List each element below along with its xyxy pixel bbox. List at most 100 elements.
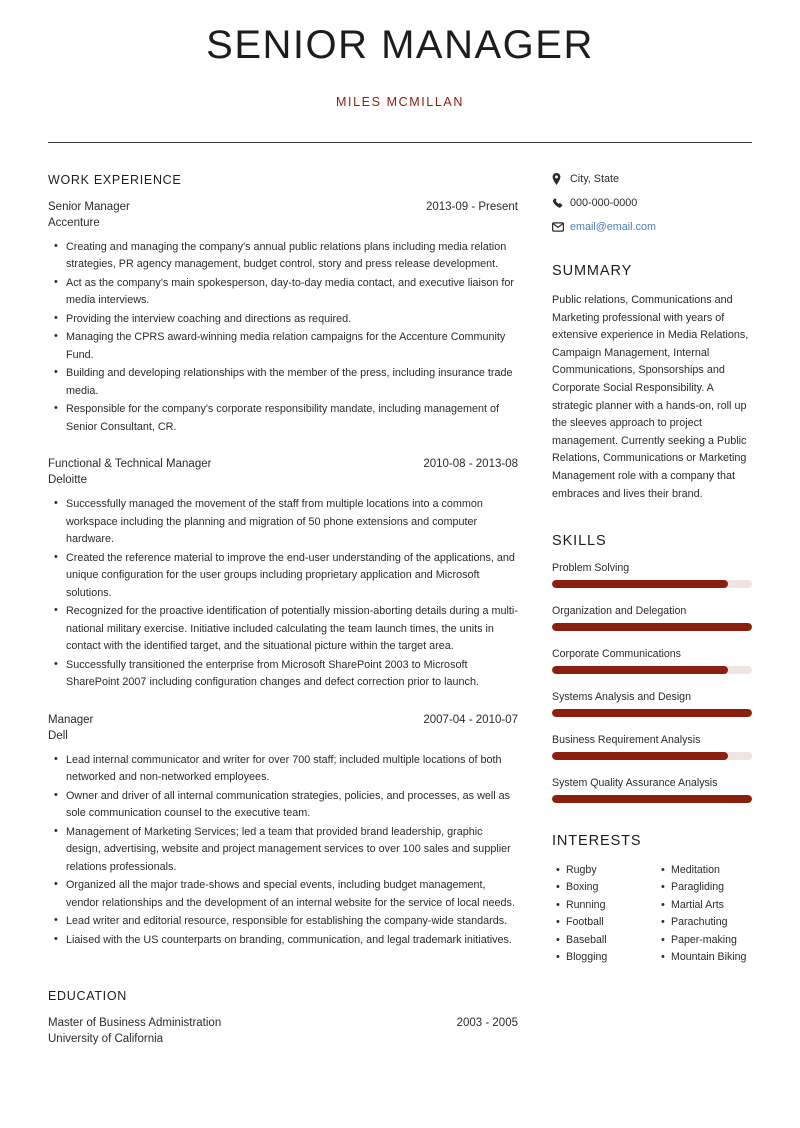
skill-level-track: [552, 795, 752, 804]
entry-bullet: Managing the CPRS award-winning media re…: [54, 328, 518, 364]
main-column: WORK EXPERIENCE Senior Manager 2013-09 - …: [48, 173, 518, 1049]
skill-name: Organization and Delegation: [552, 605, 687, 618]
interests-columns: RugbyBoxingRunningFootballBaseballBloggi…: [552, 861, 752, 966]
entry-bullet-list: Creating and managing the company's annu…: [48, 238, 518, 436]
entry-date: 2010-08 - 2013-08: [423, 458, 518, 471]
interest-item: Martial Arts: [661, 896, 752, 914]
interests-heading: INTERESTS: [552, 833, 642, 850]
entry-bullet: Lead internal communicator and writer fo…: [54, 751, 518, 787]
entry-title-row: Functional & Technical Manager 2010-08 - …: [48, 458, 518, 470]
interests-column-right: MeditationParaglidingMartial ArtsParachu…: [657, 861, 752, 966]
skill-item: Corporate Communications: [552, 648, 752, 675]
entry-organization: Accenture: [48, 217, 100, 229]
phone-icon: [552, 197, 567, 209]
contact-text: City, State: [570, 173, 620, 185]
skill-level-fill: [552, 666, 728, 675]
skill-name: System Quality Assurance Analysis: [552, 777, 718, 790]
interest-item: Baseball: [556, 931, 647, 949]
interest-item: Parachuting: [661, 913, 752, 931]
entry-bullet-list: Successfully managed the movement of the…: [48, 495, 518, 692]
skill-level-track: [552, 709, 752, 718]
summary-heading: SUMMARY: [552, 263, 633, 279]
contact-email-link[interactable]: email@email.com: [567, 221, 656, 233]
summary-text: Public relations, Communications and Mar…: [552, 294, 749, 500]
skill-level-fill: [552, 752, 728, 761]
skill-level-fill: [552, 580, 728, 589]
entry-bullet: Act as the company's main spokesperson, …: [54, 274, 518, 310]
interest-item: Boxing: [556, 878, 647, 896]
entry-title-row: Master of Business Administration 2003 - …: [48, 1017, 518, 1029]
interest-item: Paragliding: [661, 878, 752, 896]
skill-level-fill: [552, 623, 752, 632]
location-pin-icon: [552, 173, 567, 185]
entry-title: Functional & Technical Manager: [48, 458, 212, 471]
contact-item: City, State: [552, 173, 752, 185]
interest-item: Rugby: [556, 861, 647, 879]
skill-item: Systems Analysis and Design: [552, 691, 752, 718]
content-columns: WORK EXPERIENCE Senior Manager 2013-09 - …: [48, 173, 752, 1049]
skill-level-track: [552, 666, 752, 675]
entry-bullet: Responsible for the company's corporate …: [54, 400, 518, 436]
entry-bullet: Lead writer and editorial resource, resp…: [54, 912, 518, 930]
entry-organization: Dell: [48, 729, 68, 742]
entry-bullet: Building and developing relationships wi…: [54, 364, 518, 400]
resume-entry: Manager 2007-04 - 2010-07 Dell Lead interna…: [48, 714, 518, 949]
skill-name: Business Requirement Analysis: [552, 734, 701, 747]
interest-item: Paper-making: [661, 931, 752, 949]
skill-item: Organization and Delegation: [552, 605, 752, 632]
skills-heading: SKILLS: [552, 533, 607, 550]
interest-item: Mountain Biking: [661, 948, 752, 966]
work-experience-entries: Senior Manager 2013-09 - Present Accenture…: [48, 201, 518, 949]
candidate-name: MILES MCMILLAN: [336, 95, 464, 109]
entry-bullet: Liaised with the US counterparts on bran…: [54, 930, 518, 949]
skill-level-track: [552, 752, 752, 761]
entry-title: Manager: [48, 713, 94, 726]
entry-organization: Deloitte: [48, 474, 87, 487]
interests-section: INTERESTS RugbyBoxingRunningFootballBase…: [552, 833, 752, 966]
entry-bullet: Organized all the major trade-shows and …: [54, 876, 518, 912]
interests-list-right: MeditationParaglidingMartial ArtsParachu…: [657, 861, 752, 966]
entry-organization: University of California: [48, 1032, 164, 1045]
entry-date: 2003 - 2005: [456, 1016, 518, 1029]
skill-item: Problem Solving: [552, 562, 752, 589]
contact-text: 000-000-0000: [570, 197, 638, 209]
entry-title: Senior Manager: [48, 201, 130, 213]
entry-title: Master of Business Administration: [48, 1016, 222, 1029]
skill-name: Corporate Communications: [552, 648, 681, 661]
skills-list: Problem Solving Organization and Delegati…: [552, 562, 752, 804]
entry-bullet: Management of Marketing Services; led a …: [54, 823, 518, 876]
education-entries: Master of Business Administration 2003 - …: [48, 1017, 518, 1045]
interest-item: Running: [556, 896, 647, 914]
entry-title-row: Manager 2007-04 - 2010-07: [48, 714, 518, 726]
skill-item: Business Requirement Analysis: [552, 734, 752, 761]
entry-bullet: Successfully managed the movement of the…: [54, 495, 518, 548]
entry-bullet: Successfully transitioned the enterprise…: [54, 656, 518, 692]
envelope-icon: [552, 222, 567, 232]
skill-name: Systems Analysis and Design: [552, 691, 691, 704]
resume-entry: Senior Manager 2013-09 - Present Accenture…: [48, 201, 518, 436]
page-title: SENIOR MANAGER: [206, 23, 594, 67]
contact-list: City, State 000-000-0000 email@email.com: [552, 173, 752, 233]
skill-level-track: [552, 623, 752, 632]
skills-section: SKILLS Problem Solving Organization and D…: [552, 533, 752, 804]
entry-bullet: Creating and managing the company's annu…: [54, 238, 518, 274]
resume-header: SENIOR MANAGER MILES MCMILLAN: [48, 0, 752, 143]
entry-bullet: Owner and driver of all internal communi…: [54, 787, 518, 823]
skill-level-fill: [552, 795, 752, 804]
work-experience-section: WORK EXPERIENCE Senior Manager 2013-09 - …: [48, 173, 518, 949]
resume-entry: Functional & Technical Manager 2010-08 - …: [48, 458, 518, 691]
entry-bullet: Created the reference material to improv…: [54, 549, 518, 602]
interest-item: Blogging: [556, 948, 647, 966]
skill-name: Problem Solving: [552, 562, 630, 575]
resume-entry: Master of Business Administration 2003 - …: [48, 1017, 518, 1045]
summary-section: SUMMARY Public relations, Communications…: [552, 263, 752, 503]
skill-level-track: [552, 580, 752, 589]
education-heading: EDUCATION: [48, 988, 127, 1003]
skill-level-fill: [552, 709, 752, 718]
interest-item: Football: [556, 913, 647, 931]
contact-item[interactable]: email@email.com: [552, 221, 752, 233]
sidebar-column: City, State 000-000-0000 email@email.com S…: [552, 173, 752, 966]
entry-date: 2007-04 - 2010-07: [423, 713, 518, 726]
contact-item: 000-000-0000: [552, 197, 752, 209]
skill-item: System Quality Assurance Analysis: [552, 777, 752, 804]
